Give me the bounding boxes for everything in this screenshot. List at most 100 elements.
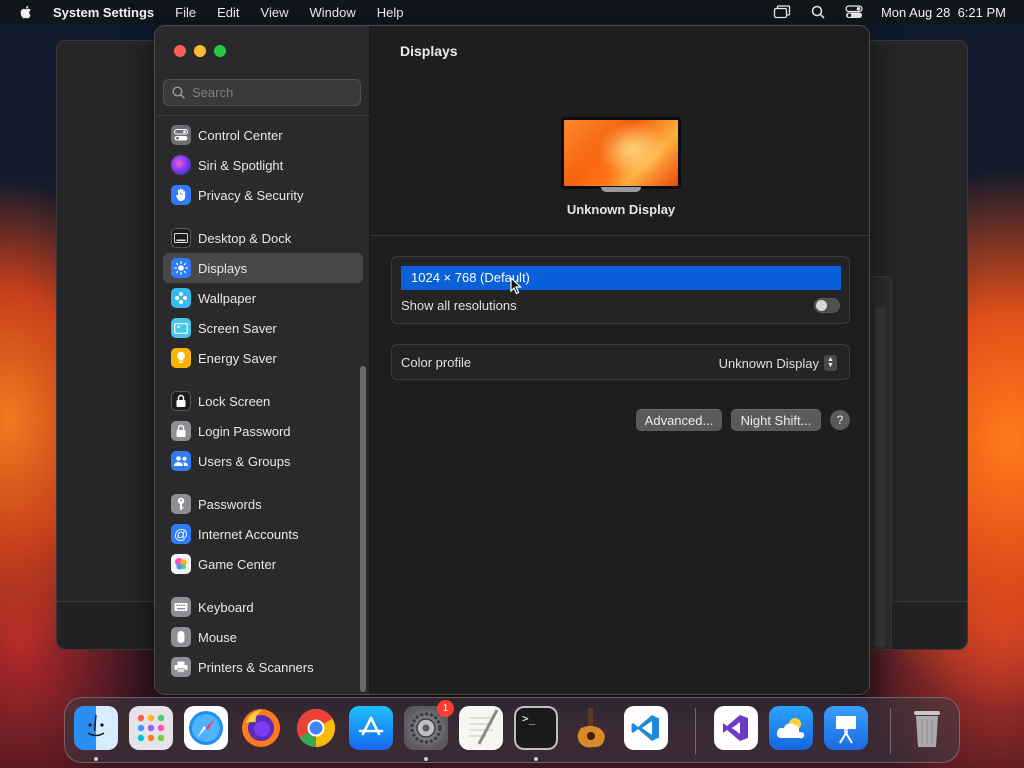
wallpaper-icon: [171, 288, 191, 308]
garageband-icon[interactable]: [569, 706, 613, 750]
show-all-resolutions-label: Show all resolutions: [401, 298, 517, 313]
sidebar-item-desktop-dock[interactable]: Desktop & Dock: [163, 223, 363, 253]
app-store-icon[interactable]: [349, 706, 393, 750]
resolution-option-selected[interactable]: 1024 × 768 (Default): [401, 266, 841, 290]
menubar-clock[interactable]: Mon Aug 28 6:21 PM: [881, 5, 1006, 20]
keyboard-icon: [171, 597, 191, 617]
display-thumbnail[interactable]: [561, 117, 681, 189]
visual-studio-icon[interactable]: [714, 706, 758, 750]
chrome-icon[interactable]: [294, 706, 338, 750]
sidebar-item-keyboard[interactable]: Keyboard: [163, 592, 363, 622]
vscode-icon[interactable]: [624, 706, 668, 750]
apple-menu-icon[interactable]: [18, 4, 34, 20]
menu-edit[interactable]: Edit: [217, 5, 239, 20]
sidebar-item-internet-accounts[interactable]: @ Internet Accounts: [163, 519, 363, 549]
control-center-menu-icon[interactable]: [845, 5, 863, 19]
dock: 1 >_: [64, 697, 960, 763]
sidebar-item-label: Lock Screen: [198, 393, 271, 409]
menu-window[interactable]: Window: [309, 5, 355, 20]
page-title: Displays: [400, 43, 458, 59]
search-input[interactable]: [192, 85, 352, 100]
sidebar-item-lock-screen[interactable]: Lock Screen: [163, 386, 363, 416]
show-all-resolutions-toggle[interactable]: [814, 298, 840, 313]
sidebar-item-displays[interactable]: Displays: [163, 253, 363, 283]
sidebar-divider: [155, 115, 370, 116]
sidebar-item-screen-saver[interactable]: Screen Saver: [163, 313, 363, 343]
hand-icon: [171, 185, 191, 205]
dock-separator: [890, 708, 891, 754]
running-indicator: [424, 757, 428, 761]
sidebar-item-label: Game Center: [198, 556, 277, 572]
game-center-icon: [171, 554, 191, 574]
key-icon: [171, 494, 191, 514]
keynote-icon[interactable]: [824, 706, 868, 750]
search-field[interactable]: [163, 79, 361, 106]
mouse-icon: [171, 627, 191, 647]
system-settings-icon[interactable]: 1: [404, 700, 454, 750]
display-stand: [601, 187, 641, 192]
sidebar-item-passwords[interactable]: Passwords: [163, 489, 363, 519]
color-profile-label: Color profile: [401, 355, 472, 370]
color-profile-panel: Color profile Unknown Display ▲ ▼: [391, 344, 850, 380]
resolution-panel: 1024 × 768 (Default) Show all resolution…: [391, 256, 850, 324]
screen-saver-icon: [171, 318, 191, 338]
sidebar: Control Center Siri & Spotlight Privacy …: [155, 26, 370, 694]
menu-file[interactable]: File: [175, 5, 196, 20]
window-controls: [174, 45, 226, 57]
printer-icon: [171, 657, 191, 677]
dock-icon: [171, 228, 191, 248]
menu-view[interactable]: View: [261, 5, 289, 20]
color-profile-select[interactable]: Unknown Display ▲ ▼: [719, 355, 837, 371]
spotlight-search-icon[interactable]: [809, 5, 827, 19]
firefox-icon[interactable]: [239, 706, 283, 750]
terminal-icon[interactable]: >_: [514, 706, 558, 750]
sidebar-item-wallpaper[interactable]: Wallpaper: [163, 283, 363, 313]
lock-icon: [171, 391, 191, 411]
screen-mirroring-icon[interactable]: [773, 5, 791, 19]
menu-app-name[interactable]: System Settings: [53, 5, 154, 20]
sidebar-item-label: Wallpaper: [198, 290, 257, 306]
login-lock-icon: [171, 421, 191, 441]
safari-icon[interactable]: [184, 706, 228, 750]
sidebar-item-label: Printers & Scanners: [198, 659, 314, 675]
content-divider: [371, 235, 869, 236]
sidebar-scrollbar[interactable]: [360, 366, 366, 692]
launchpad-icon[interactable]: [129, 706, 173, 750]
close-button[interactable]: [174, 45, 186, 57]
zoom-button[interactable]: [214, 45, 226, 57]
sidebar-item-mouse[interactable]: Mouse: [163, 622, 363, 652]
running-indicator: [94, 757, 98, 761]
night-shift-button[interactable]: Night Shift...: [731, 409, 821, 431]
sidebar-item-label: Siri & Spotlight: [198, 157, 284, 173]
battery-icon: [171, 348, 191, 368]
mouse-cursor-icon: [510, 277, 522, 295]
trash-icon[interactable]: [905, 706, 949, 750]
sun-icon: [171, 258, 191, 278]
menu-bar: System Settings File Edit View Window He…: [0, 0, 1024, 24]
at-icon: @: [171, 524, 191, 544]
finder-icon[interactable]: [74, 706, 118, 750]
sidebar-item-label: Users & Groups: [198, 453, 291, 469]
sidebar-item-energy-saver[interactable]: Energy Saver: [163, 343, 363, 373]
menu-help[interactable]: Help: [377, 5, 404, 20]
dock-separator: [695, 708, 696, 754]
siri-icon: [171, 155, 191, 175]
textedit-icon[interactable]: [459, 706, 503, 750]
sidebar-item-label: Desktop & Dock: [198, 230, 292, 246]
weather-icon[interactable]: [769, 706, 813, 750]
sidebar-item-game-center[interactable]: Game Center: [163, 549, 363, 579]
sidebar-item-printers-scanners[interactable]: Printers & Scanners: [163, 652, 363, 682]
control-center-icon: [171, 125, 191, 145]
sidebar-item-control-center[interactable]: Control Center: [163, 120, 363, 150]
content-pane: Displays Unknown Display 1024 × 768 (Def…: [371, 26, 869, 694]
chevron-updown-icon: ▲ ▼: [824, 355, 837, 371]
minimize-button[interactable]: [194, 45, 206, 57]
sidebar-item-login-password[interactable]: Login Password: [163, 416, 363, 446]
sidebar-item-label: Internet Accounts: [198, 526, 299, 542]
sidebar-item-users-groups[interactable]: Users & Groups: [163, 446, 363, 476]
advanced-button[interactable]: Advanced...: [636, 409, 722, 431]
sidebar-item-privacy-security[interactable]: Privacy & Security: [163, 180, 363, 210]
sidebar-item-siri-spotlight[interactable]: Siri & Spotlight: [163, 150, 363, 180]
sidebar-list: Control Center Siri & Spotlight Privacy …: [163, 120, 363, 682]
help-button[interactable]: ?: [830, 410, 850, 430]
